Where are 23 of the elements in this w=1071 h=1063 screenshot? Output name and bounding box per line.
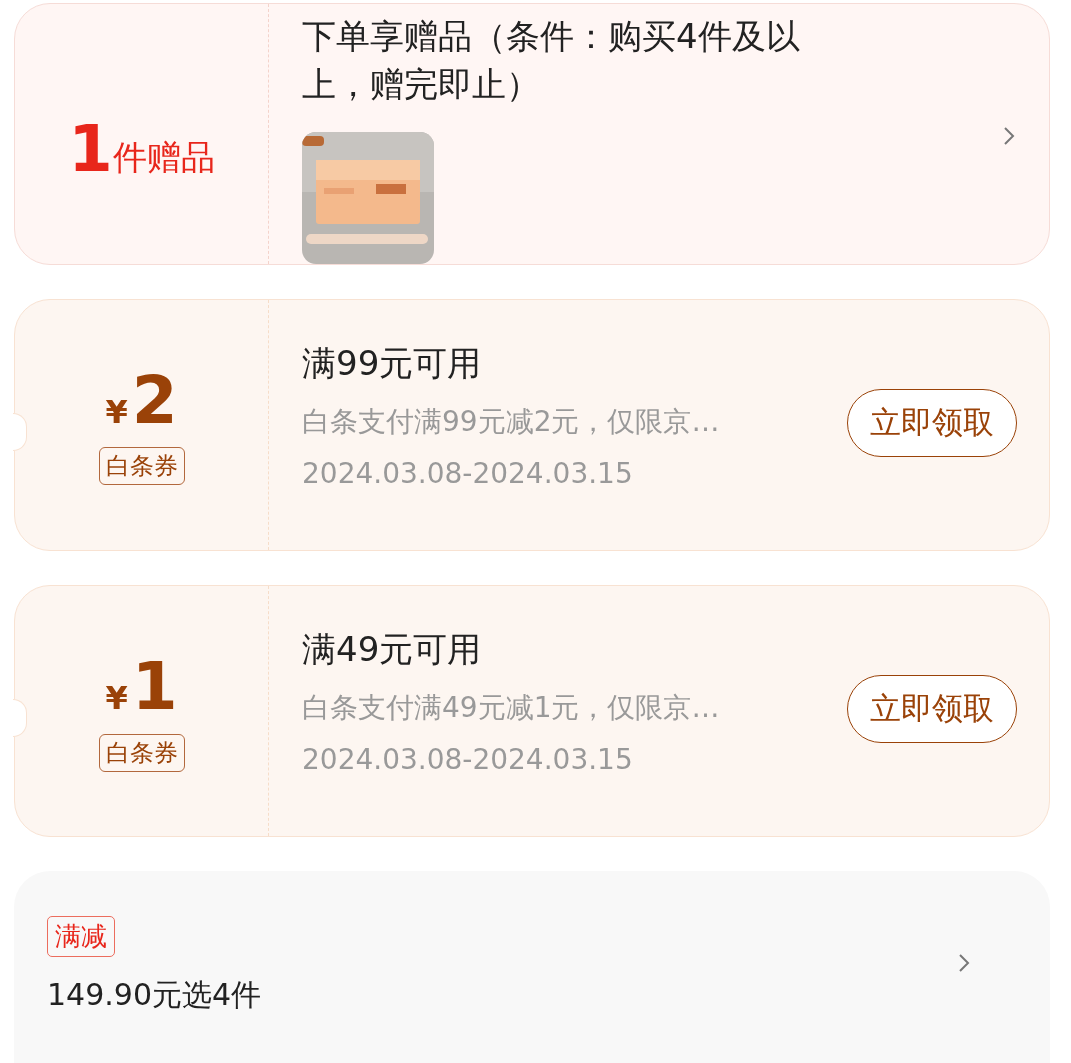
promotion-text: 149.90元选4件 xyxy=(47,976,262,1015)
coupon-amount: 1 xyxy=(131,650,178,724)
promotion-card[interactable]: 满减 149.90元选4件 xyxy=(14,871,1050,1063)
currency-symbol: ¥ xyxy=(105,392,128,431)
coupon-period: 2024.03.08-2024.03.15 xyxy=(302,742,634,776)
gift-count-label: 件赠品 xyxy=(112,137,215,179)
coupon-tag: 白条券 xyxy=(98,447,185,486)
coupon-title: 满99元可用 xyxy=(302,341,483,385)
coupon-title: 满49元可用 xyxy=(302,627,483,671)
coupon-period: 2024.03.08-2024.03.15 xyxy=(302,456,634,490)
chevron-right-icon[interactable] xyxy=(1003,126,1015,146)
chevron-right-icon[interactable] xyxy=(958,953,970,974)
gift-title: 下单享赠品（条件：购买4件及以上，赠完即止） xyxy=(302,15,801,106)
claim-button[interactable]: 立即领取 xyxy=(847,389,1017,458)
currency-symbol: ¥ xyxy=(105,678,128,717)
coupon-description: 白条支付满99元减2元，仅限京… xyxy=(302,403,721,440)
gift-count: 1 xyxy=(68,117,113,181)
coupon-amount: 2 xyxy=(131,364,178,438)
gift-card[interactable]: 1件赠品 下单享赠品（条件：购买4件及以上，赠完即止） xyxy=(14,3,1050,265)
coupon-tag: 白条券 xyxy=(98,733,185,772)
promotion-tag: 满减 xyxy=(47,916,115,958)
coupon-description: 白条支付满49元减1元，仅限京… xyxy=(302,689,721,726)
claim-button[interactable]: 立即领取 xyxy=(847,675,1017,744)
